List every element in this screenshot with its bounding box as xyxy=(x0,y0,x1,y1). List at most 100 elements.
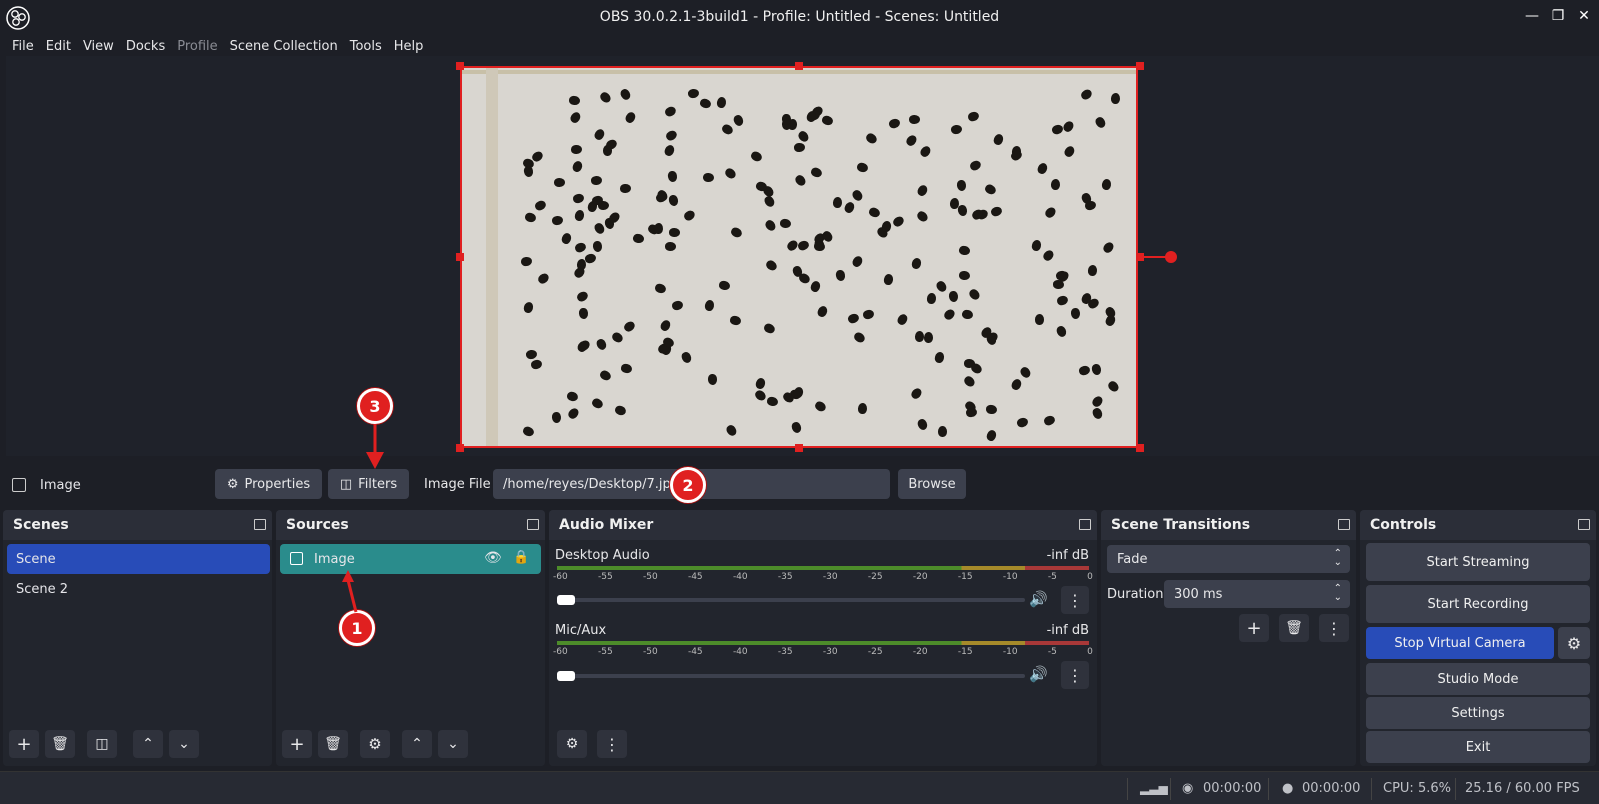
duration-field[interactable]: 300 ms ⌃ ⌄ xyxy=(1164,580,1350,608)
seed-shape xyxy=(1055,294,1069,307)
resize-handle[interactable] xyxy=(1136,444,1144,452)
move-source-down-button[interactable]: ⌄ xyxy=(438,730,468,758)
volume-slider[interactable] xyxy=(557,598,1025,602)
exit-button[interactable]: Exit xyxy=(1366,731,1590,763)
seed-shape xyxy=(631,232,645,244)
menu-profile[interactable]: Profile xyxy=(177,39,217,54)
menu-help[interactable]: Help xyxy=(394,39,424,54)
seed-shape xyxy=(754,377,767,391)
move-scene-down-button[interactable]: ⌄ xyxy=(169,730,199,758)
seed-shape xyxy=(573,241,588,255)
gear-icon: ⚙ xyxy=(1566,633,1582,653)
resize-handle[interactable] xyxy=(456,253,464,261)
menu-view[interactable]: View xyxy=(83,39,114,54)
menu-file[interactable]: File xyxy=(12,39,34,54)
seed-shape xyxy=(658,318,672,333)
spinner-icon: ⌃ ⌄ xyxy=(1333,548,1342,568)
add-transition-button[interactable]: + xyxy=(1239,614,1269,642)
remove-scene-button[interactable]: 🗑 xyxy=(45,730,75,758)
add-scene-button[interactable]: + xyxy=(9,730,39,758)
minimize-icon[interactable]: — xyxy=(1525,8,1539,24)
source-properties-button[interactable]: ⚙ xyxy=(360,730,390,758)
lock-icon[interactable]: 🔒 xyxy=(513,550,529,565)
filters-button[interactable]: ◫ Filters xyxy=(328,469,409,499)
seed-shape xyxy=(536,271,551,286)
scene-transitions-header: Scene Transitions xyxy=(1101,510,1356,540)
studio-mode-button[interactable]: Studio Mode xyxy=(1366,663,1590,695)
seed-shape xyxy=(1030,239,1042,253)
speaker-icon[interactable]: 🔊 xyxy=(1029,590,1048,608)
seed-shape xyxy=(663,104,678,118)
seed-shape xyxy=(1091,406,1105,421)
transition-menu-button[interactable]: ⋮ xyxy=(1319,614,1349,642)
move-scene-up-button[interactable]: ⌃ xyxy=(133,730,163,758)
advanced-audio-button[interactable]: ⚙ xyxy=(557,730,587,758)
virtual-camera-settings-button[interactable]: ⚙ xyxy=(1558,627,1590,659)
seed-shape xyxy=(568,95,581,106)
seed-shape xyxy=(992,133,1005,147)
transition-select[interactable]: Fade ⌃ ⌄ xyxy=(1107,545,1350,573)
resize-handle[interactable] xyxy=(795,444,803,452)
remove-source-button[interactable]: 🗑 xyxy=(318,730,348,758)
menu-edit[interactable]: Edit xyxy=(46,39,71,54)
window-title: OBS 30.0.2.1-3build1 - Profile: Untitled… xyxy=(599,9,1000,25)
rotation-handle[interactable] xyxy=(1165,251,1177,263)
menu-tools[interactable]: Tools xyxy=(350,39,382,54)
seed-shape xyxy=(729,226,744,240)
resize-handle[interactable] xyxy=(456,62,464,70)
audio-mixer-dock: Audio Mixer Desktop Audio -inf dB -60 -55… xyxy=(549,510,1097,766)
eye-icon[interactable]: 👁 xyxy=(484,550,502,566)
close-icon[interactable]: ✕ xyxy=(1577,8,1591,24)
paper-edge xyxy=(462,70,1136,74)
seed-shape xyxy=(592,240,603,253)
scene-item[interactable]: Scene 2 xyxy=(7,574,270,604)
restore-icon[interactable]: ❐ xyxy=(1551,8,1565,24)
channel-menu-button[interactable]: ⋮ xyxy=(1061,661,1089,689)
scenes-list: Scene Scene 2 + 🗑 ◫ ⌃ ⌄ xyxy=(3,540,272,766)
status-separator xyxy=(1268,778,1269,800)
move-source-up-button[interactable]: ⌃ xyxy=(402,730,432,758)
seed-shape xyxy=(914,330,925,343)
add-source-button[interactable]: + xyxy=(282,730,312,758)
start-recording-button[interactable]: Start Recording xyxy=(1366,585,1590,623)
seed-shape xyxy=(763,194,777,209)
settings-button[interactable]: Settings xyxy=(1366,697,1590,729)
meter-tick-label: -45 xyxy=(687,572,703,582)
seed-shape xyxy=(595,337,609,352)
undock-icon[interactable] xyxy=(1338,519,1350,530)
scene-filters-button[interactable]: ◫ xyxy=(87,730,117,758)
resize-handle[interactable] xyxy=(456,444,464,452)
seed-shape xyxy=(820,114,835,127)
undock-icon[interactable] xyxy=(527,519,539,530)
seed-shape xyxy=(793,142,806,153)
speaker-icon[interactable]: 🔊 xyxy=(1029,665,1048,683)
start-streaming-button[interactable]: Start Streaming xyxy=(1366,543,1590,581)
stop-virtual-camera-button[interactable]: Stop Virtual Camera xyxy=(1366,627,1554,659)
undock-icon[interactable] xyxy=(1578,519,1590,530)
resize-handle[interactable] xyxy=(795,62,803,70)
sources-title: Sources xyxy=(286,517,349,533)
undock-icon[interactable] xyxy=(1079,519,1091,530)
remove-transition-button[interactable]: 🗑 xyxy=(1279,614,1309,642)
volume-slider-thumb[interactable] xyxy=(557,595,575,605)
scene-item[interactable]: Scene xyxy=(7,544,270,574)
menu-scene-collection[interactable]: Scene Collection xyxy=(230,39,338,54)
mixer-menu-button[interactable]: ⋮ xyxy=(597,730,627,758)
channel-menu-button[interactable]: ⋮ xyxy=(1061,586,1089,614)
seed-shape xyxy=(797,271,812,285)
seed-shape xyxy=(653,222,664,234)
seed-shape xyxy=(934,279,949,294)
properties-button[interactable]: ⚙ Properties xyxy=(215,469,322,499)
resize-handle[interactable] xyxy=(1136,62,1144,70)
meter-tick-label: -10 xyxy=(1002,572,1018,582)
undock-icon[interactable] xyxy=(254,519,266,530)
image-source-preview[interactable] xyxy=(460,66,1138,448)
seed-shape xyxy=(749,150,763,164)
browse-button[interactable]: Browse xyxy=(898,469,966,499)
volume-slider[interactable] xyxy=(557,674,1025,678)
seed-shape xyxy=(618,87,632,102)
menu-docks[interactable]: Docks xyxy=(126,39,165,54)
seed-shape xyxy=(724,423,738,438)
volume-slider-thumb[interactable] xyxy=(557,671,575,681)
source-item[interactable]: Image 👁 🔒 xyxy=(280,544,541,574)
